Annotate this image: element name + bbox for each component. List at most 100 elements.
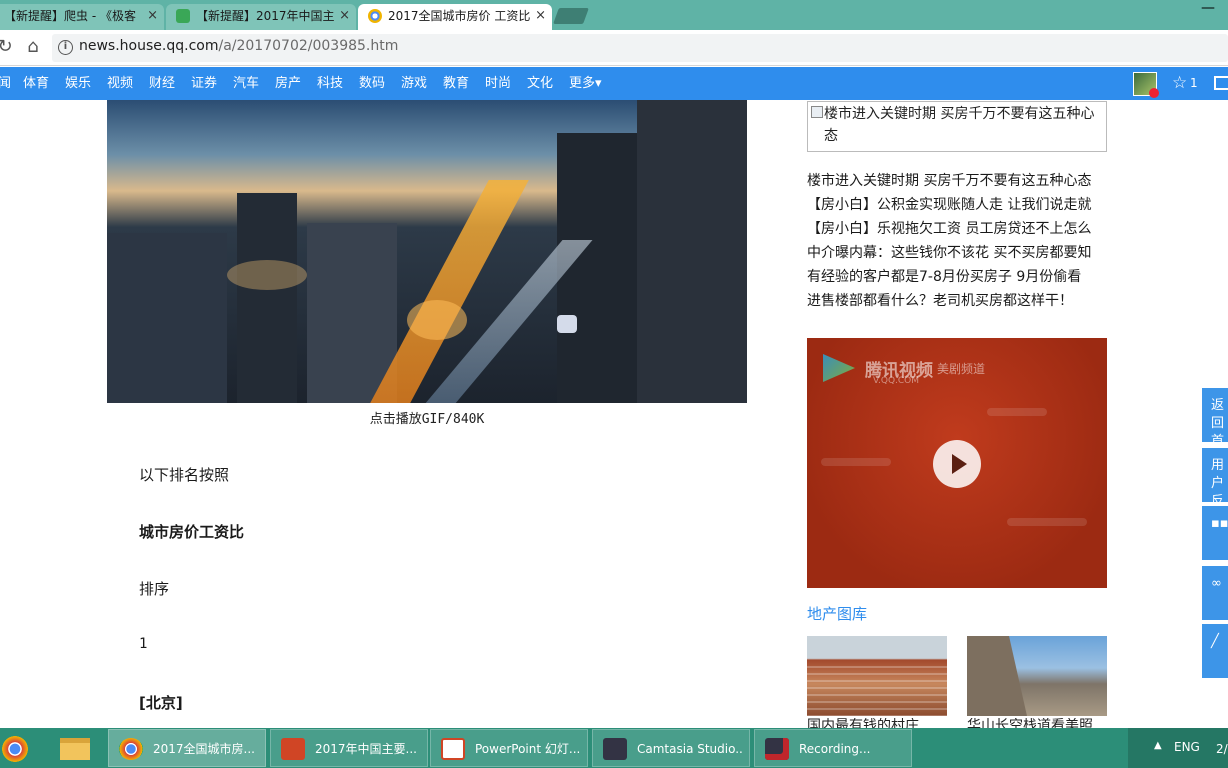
browser-tab-3-active[interactable]: 2017全国城市房价 工资比 ×	[358, 4, 552, 30]
headline-link[interactable]: 中介曝内幕：这些钱你不该花 买不买房都要知	[807, 241, 1112, 265]
back-to-home-button[interactable]: 返回首页	[1202, 388, 1228, 467]
browser-tab-1[interactable]: 【新提醒】爬虫 - 《极客 ×	[0, 4, 164, 30]
taskbar-item-chrome[interactable]: 2017全国城市房...	[108, 729, 266, 767]
new-tab-button[interactable]	[553, 8, 589, 24]
site-info-icon[interactable]: i	[58, 40, 73, 55]
star-icon[interactable]: ☆	[1172, 67, 1187, 100]
taskbar-item-recording[interactable]: Recording...	[754, 729, 912, 767]
broken-image-icon	[811, 106, 823, 118]
broken-image-alt-text: 楼市进入关键时期 买房千万不要有这五种心态	[824, 106, 1095, 144]
image-caption[interactable]: 点击播放GIF/840K	[107, 408, 747, 427]
nav-item-culture[interactable]: 文化	[527, 67, 553, 100]
tab-close-icon[interactable]: ×	[535, 4, 546, 28]
browser-tab-2[interactable]: 【新提醒】2017年中国主 ×	[166, 4, 356, 30]
edit-button[interactable]: ╱	[1202, 624, 1228, 678]
comment-icon: ▪▪	[1211, 516, 1228, 531]
feedback-button[interactable]: 用户反馈	[1202, 448, 1228, 527]
nav-item-news[interactable]: 闻	[0, 67, 11, 100]
article-gif-image[interactable]	[107, 100, 747, 403]
headline-link[interactable]: 有经验的客户都是7-8月份买房子 9月份偷看	[807, 265, 1112, 289]
home-icon[interactable]: ⌂	[22, 36, 44, 58]
show-hidden-icons-icon[interactable]: ▲	[1154, 740, 1162, 751]
nav-item-sports[interactable]: 体育	[23, 67, 49, 100]
headline-link[interactable]: 【房小白】公积金实现账随人走 让我们说走就	[807, 193, 1112, 217]
nav-item-edu[interactable]: 教育	[443, 67, 469, 100]
input-language[interactable]: ENG	[1174, 740, 1200, 754]
address-bar[interactable]: i news.house.qq.com/a/20170702/003985.ht…	[52, 34, 1228, 62]
video-brand-domain: V.QQ.COM	[873, 376, 920, 386]
url-path: /a/20170702/003985.htm	[218, 38, 399, 54]
tencent-video-logo-icon	[823, 354, 855, 382]
taskbar-item-label: Camtasia Studio...	[637, 742, 743, 756]
nav-item-stock[interactable]: 证券	[191, 67, 217, 100]
tab-title: 2017全国城市房价 工资比	[388, 9, 530, 23]
sidebar-headline-list: 楼市进入关键时期 买房千万不要有这五种心态 【房小白】公积金实现账随人走 让我们…	[807, 169, 1112, 313]
video-player[interactable]: 腾讯视频 V.QQ.COM 美剧频道	[807, 338, 1107, 588]
headline-link[interactable]: 【房小白】乐视拖欠工资 员工房贷还不上怎么	[807, 217, 1112, 241]
reload-icon[interactable]: ↻	[0, 36, 16, 58]
headline-link[interactable]: 楼市进入关键时期 买房千万不要有这五种心态	[807, 169, 1112, 193]
browser-tab-strip: 【新提醒】爬虫 - 《极客 × 【新提醒】2017年中国主 × 2017全国城市…	[0, 0, 1228, 30]
image-detail	[637, 100, 747, 403]
nav-item-digital[interactable]: 数码	[359, 67, 385, 100]
taskbar-item-label: PowerPoint 幻灯...	[475, 742, 581, 756]
windows-taskbar: 2017全国城市房... 2017年中国主要... PowerPoint 幻灯.…	[0, 728, 1228, 768]
system-tray: ▲ ENG 2/	[1128, 728, 1228, 768]
image-detail	[407, 300, 467, 340]
pen-icon: ╱	[1211, 634, 1219, 649]
site-nav-bar: 闻 体育 娱乐 视频 财经 证券 汽车 房产 科技 数码 游戏 教育 时尚 文化…	[0, 67, 1228, 100]
city-name: [北京]	[139, 694, 183, 712]
taskbar-item-label: Recording...	[799, 742, 871, 756]
nav-item-fashion[interactable]: 时尚	[485, 67, 511, 100]
video-frame-detail	[987, 408, 1047, 416]
nav-item-games[interactable]: 游戏	[401, 67, 427, 100]
mail-icon[interactable]	[1214, 76, 1228, 90]
nav-item-finance[interactable]: 财经	[149, 67, 175, 100]
chrome-favicon-icon	[368, 9, 382, 23]
gallery-thumb-2[interactable]	[967, 636, 1107, 716]
taskbar-item-powerpoint-1[interactable]: 2017年中国主要...	[270, 729, 428, 767]
image-detail	[237, 193, 297, 403]
tab-title: 【新提醒】爬虫 - 《极客	[4, 9, 136, 23]
video-play-button[interactable]	[933, 440, 981, 488]
powerpoint-icon	[281, 738, 305, 760]
image-detail	[807, 666, 947, 716]
nav-item-tech[interactable]: 科技	[317, 67, 343, 100]
image-detail	[227, 260, 307, 290]
sidebar-broken-image[interactable]: 楼市进入关键时期 买房千万不要有这五种心态	[807, 101, 1107, 152]
taskbar-item-camtasia[interactable]: Camtasia Studio...	[592, 729, 750, 767]
nav-item-video[interactable]: 视频	[107, 67, 133, 100]
file-explorer-pinned-icon[interactable]	[58, 730, 94, 766]
taskbar-item-label: 2017全国城市房...	[153, 742, 255, 756]
nav-item-more[interactable]: 更多▾	[569, 67, 602, 100]
url-text[interactable]: news.house.qq.com/a/20170702/003985.htm	[79, 38, 398, 54]
gallery-thumb-1[interactable]	[807, 636, 947, 716]
tray-clock[interactable]: 2/	[1216, 742, 1228, 756]
video-frame-detail	[1007, 518, 1087, 526]
nav-item-house[interactable]: 房产	[275, 67, 301, 100]
tab-close-icon[interactable]: ×	[339, 4, 350, 28]
user-avatar[interactable]	[1133, 72, 1159, 98]
tab-close-icon[interactable]: ×	[147, 4, 158, 28]
browser-toolbar: ↻ ⌂ i news.house.qq.com/a/20170702/00398…	[0, 30, 1228, 66]
rank-number: 1	[139, 636, 148, 652]
video-channel-tag: 美剧频道	[937, 362, 986, 376]
headline-link[interactable]: 进售楼部都看什么？老司机买房都这样干！	[807, 289, 1112, 313]
section-title-gallery[interactable]: 地产图库	[807, 603, 867, 624]
taskbar-item-powerpoint-2[interactable]: PowerPoint 幻灯...	[430, 729, 588, 767]
comment-button[interactable]: ▪▪	[1202, 506, 1228, 560]
image-detail	[107, 233, 227, 403]
powerpoint-slideshow-icon	[441, 738, 465, 760]
nav-item-ent[interactable]: 娱乐	[65, 67, 91, 100]
page-favicon-icon	[176, 9, 190, 23]
article-paragraph: 排序	[139, 580, 170, 598]
nav-item-auto[interactable]: 汽车	[233, 67, 259, 100]
chrome-pinned-icon[interactable]	[0, 730, 36, 766]
article-paragraph-bold: 城市房价工资比	[139, 523, 245, 541]
recording-icon	[765, 738, 789, 760]
camtasia-icon	[603, 738, 627, 760]
window-minimize-button[interactable]: —	[1198, 0, 1218, 24]
taskbar-item-label: 2017年中国主要...	[315, 742, 417, 756]
image-detail	[967, 636, 1027, 716]
share-link-button[interactable]: ∞	[1202, 566, 1228, 620]
